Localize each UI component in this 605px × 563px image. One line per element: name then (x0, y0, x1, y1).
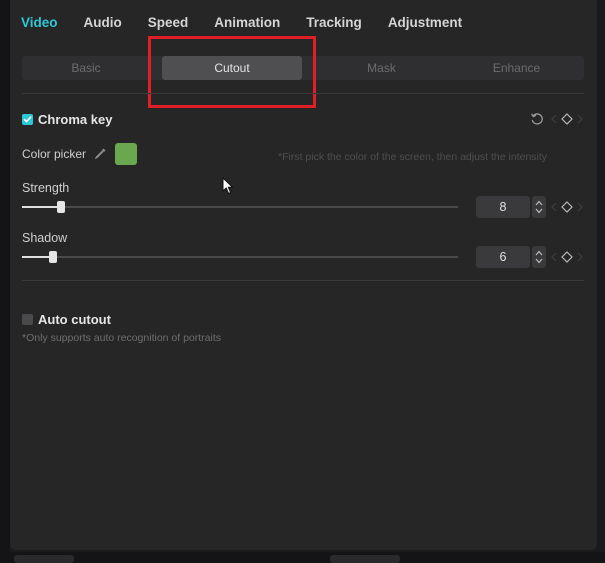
shadow-slider-fill (22, 256, 53, 258)
tab-adjustment[interactable]: Adjustment (388, 15, 462, 30)
mouse-cursor-icon (221, 176, 235, 196)
chroma-key-toggle[interactable]: Chroma key (22, 112, 112, 127)
auto-cutout-checkbox[interactable] (22, 314, 33, 325)
strength-stepper[interactable] (532, 196, 546, 218)
tab-audio[interactable]: Audio (84, 15, 122, 30)
color-picker-label: Color picker (22, 147, 87, 161)
shadow-slider[interactable] (22, 251, 458, 263)
auto-cutout-toggle[interactable]: Auto cutout (22, 312, 111, 327)
subtab-mask[interactable]: Mask (314, 56, 449, 80)
eyedropper-icon[interactable] (92, 145, 108, 161)
strength-label: Strength (22, 181, 70, 195)
bottom-timeline-edge (0, 552, 605, 563)
strength-value-input[interactable]: 8 (476, 196, 530, 218)
shadow-value-input[interactable]: 6 (476, 246, 530, 268)
shadow-stepper[interactable] (532, 246, 546, 268)
tab-tracking[interactable]: Tracking (306, 15, 362, 30)
chevron-right-icon[interactable] (575, 111, 585, 127)
chevron-left-icon[interactable] (549, 199, 559, 215)
divider (22, 93, 584, 94)
chroma-key-checkbox[interactable] (22, 114, 33, 125)
left-panel-edge (0, 0, 10, 563)
strength-slider[interactable] (22, 201, 458, 213)
chevron-up-icon[interactable] (535, 200, 543, 206)
keyframe-diamond-icon[interactable] (559, 199, 575, 215)
check-icon (23, 116, 32, 123)
tab-speed[interactable]: Speed (148, 15, 189, 30)
tab-animation[interactable]: Animation (214, 15, 280, 30)
shadow-slider-thumb[interactable] (48, 251, 57, 263)
chevron-left-icon[interactable] (549, 249, 559, 265)
subtab-cutout[interactable]: Cutout (162, 56, 302, 80)
keyframe-diamond-icon[interactable] (559, 111, 575, 127)
timeline-segment (330, 555, 400, 563)
chevron-down-icon[interactable] (535, 208, 543, 214)
shadow-label: Shadow (22, 231, 68, 245)
subtab-basic[interactable]: Basic (22, 56, 150, 80)
timeline-segment (14, 555, 74, 563)
auto-cutout-hint: *Only supports auto recognition of portr… (22, 332, 222, 344)
reset-icon[interactable] (529, 111, 545, 127)
chevron-up-icon[interactable] (535, 250, 543, 256)
property-tabs: Video Audio Speed Animation Tracking Adj… (10, 0, 597, 44)
chevron-right-icon[interactable] (575, 249, 585, 265)
strength-slider-fill (22, 206, 62, 208)
subtab-enhance[interactable]: Enhance (449, 56, 584, 80)
keyframe-diamond-icon[interactable] (559, 249, 575, 265)
video-subtabs: Basic Cutout Mask Enhance (22, 56, 584, 80)
chevron-down-icon[interactable] (535, 258, 543, 264)
auto-cutout-title: Auto cutout (38, 312, 111, 327)
chevron-left-icon[interactable] (549, 111, 559, 127)
chevron-right-icon[interactable] (575, 199, 585, 215)
properties-panel: Video Audio Speed Animation Tracking Adj… (10, 0, 597, 550)
tab-video[interactable]: Video (21, 15, 58, 30)
divider (22, 280, 584, 281)
strength-slider-thumb[interactable] (57, 201, 66, 213)
chroma-key-title: Chroma key (38, 112, 113, 127)
color-picker-hint: *First pick the color of the screen, the… (278, 151, 548, 163)
picked-color-swatch[interactable] (115, 143, 137, 165)
